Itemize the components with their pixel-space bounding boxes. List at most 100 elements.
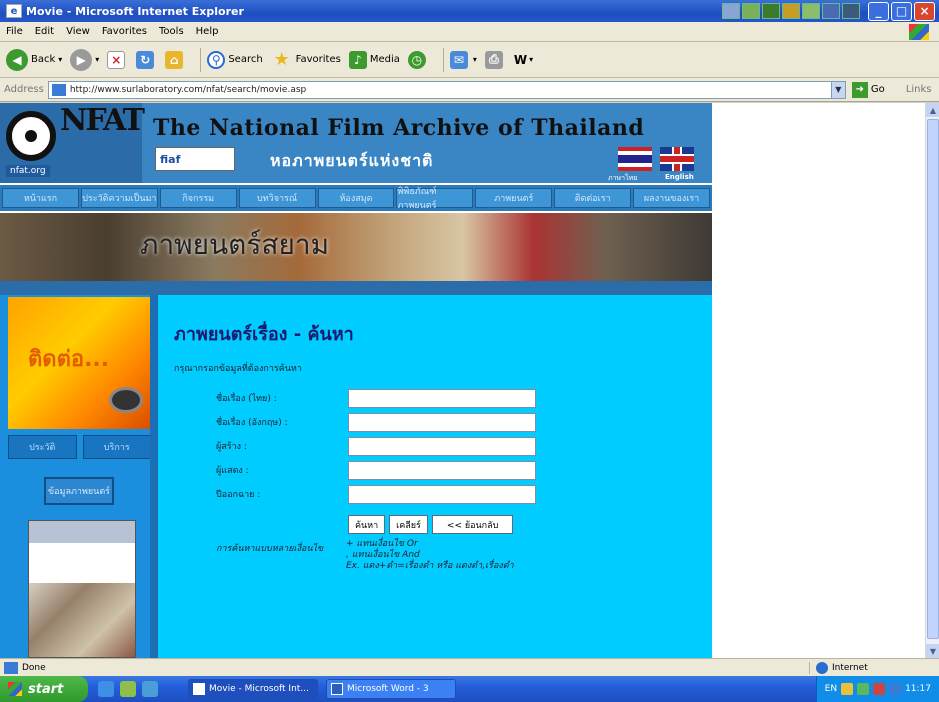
edit-button[interactable]: W ▾ [514,53,533,67]
chevron-down-icon[interactable]: ▾ [58,55,62,64]
menu-help[interactable]: Help [190,26,225,37]
page-icon [51,83,66,96]
search-label: Search [228,54,263,65]
title-thai-input[interactable] [348,388,536,408]
contact-label: ติดต่อ... [28,347,110,372]
forward-arrow-icon: ▶ [70,48,93,71]
taskbar-item-label: Microsoft Word - 3 [347,684,429,694]
address-url[interactable]: http://www.surlaboratory.com/nfat/search… [70,85,831,95]
nav-item[interactable]: พิพิธภัณฑ์ภาพยนตร์ [396,187,474,211]
home-button[interactable]: ⌂ [165,50,186,69]
scroll-up-icon[interactable]: ▲ [926,103,939,117]
column-divider [150,295,158,658]
history-icon: ◷ [407,50,426,69]
tray-app-icon[interactable] [762,3,780,19]
thai-flag-icon[interactable] [618,147,652,171]
clear-button[interactable]: เคลียร์ [389,515,428,534]
tray-app-icon[interactable] [842,3,860,19]
nav-item[interactable]: ห้องสมุด [317,188,395,208]
fiaf-badge[interactable]: fiaf [155,147,235,171]
film-poster-image[interactable] [28,520,136,658]
tray-app-icon[interactable] [782,3,800,19]
nav-item[interactable]: ติดต่อเรา [554,188,632,208]
title-english-input[interactable] [348,412,536,432]
field-label: ผู้สร้าง : [216,442,247,452]
standard-toolbar: ◀ Back ▾ ▶ ▾ × ↻ ⌂ ⚲ Search ★ Favorites … [0,42,939,78]
tray-icon[interactable] [889,683,902,695]
menu-tools[interactable]: Tools [153,26,190,37]
search-hints: + แทนเงื่อนไข Or , แทนเงื่อนไข And Ex. แ… [346,539,514,572]
poster-art [29,583,135,657]
chevron-down-icon[interactable]: ▾ [529,55,533,64]
sidebar-history-button[interactable]: ประวัติ [8,435,77,459]
banner-title: ภาพยนตร์สยาม [140,228,330,261]
nav-item[interactable]: กิจกรรม [159,188,237,208]
address-input[interactable]: http://www.surlaboratory.com/nfat/search… [47,80,846,99]
chevron-down-icon[interactable]: ▾ [95,55,99,64]
year-input[interactable] [348,484,536,504]
menu-file[interactable]: File [0,26,29,37]
vertical-scrollbar[interactable]: ▲ ▼ [925,103,939,658]
tray-icon[interactable] [857,683,870,695]
toolbar-separator [442,47,444,72]
forward-button[interactable]: ▶ ▾ [70,48,99,71]
nfat-logo[interactable]: NFAT nfat.org [0,103,145,183]
chevron-down-icon[interactable]: ▾ [473,55,477,64]
search-button[interactable]: ⚲ Search [207,50,263,69]
minimize-button[interactable]: _ [868,1,889,21]
windows-flag-icon [8,682,22,696]
search-button[interactable]: ค้นหา [348,515,386,534]
ie-quicklaunch-icon[interactable] [98,681,114,697]
app-quicklaunch-icon[interactable] [120,681,136,697]
maximize-button[interactable]: □ [891,1,912,21]
tray-app-icon[interactable] [802,3,820,19]
sidebar-services-button[interactable]: บริการ [82,435,151,459]
taskbar-item-word[interactable]: Microsoft Word - 3 [326,679,456,699]
links-button[interactable]: Links [906,84,932,95]
media-button[interactable]: ♪ Media [348,50,400,69]
back-link-button[interactable]: << ย้อนกลับ [431,515,514,534]
nav-item[interactable]: ผลงานของเรา [633,188,711,208]
scroll-thumb[interactable] [927,119,939,639]
uk-flag-icon[interactable] [660,147,694,171]
media-icon: ♪ [348,50,367,69]
tray-app-icon[interactable] [742,3,760,19]
refresh-button[interactable]: ↻ [136,50,157,69]
print-button[interactable]: ⎙ [484,50,506,69]
producer-input[interactable] [348,436,536,456]
start-button[interactable]: start [0,676,88,702]
go-button[interactable]: ➜ Go [851,81,888,98]
nav-item[interactable]: บทวิจารณ์ [238,188,316,208]
nav-item[interactable]: ภาพยนตร์ [475,188,553,208]
menu-edit[interactable]: Edit [29,26,60,37]
language-indicator[interactable]: EN [825,684,837,694]
close-button[interactable]: × [914,1,935,21]
menu-view[interactable]: View [60,26,96,37]
tray-icon[interactable] [841,683,854,695]
nav-item[interactable]: ประวัติความเป็นมา [80,188,158,208]
mail-button[interactable]: ✉ ▾ [449,50,477,69]
nav-item[interactable]: หน้าแรก [2,188,79,208]
actor-input[interactable] [348,460,536,480]
lang-thai-link[interactable]: ภาษาไทย [608,173,637,184]
chevron-down-icon[interactable]: ▼ [830,81,845,98]
title-bar: e Movie - Microsoft Internet Explorer _ … [0,0,939,22]
favorites-button[interactable]: ★ Favorites [271,49,341,71]
tray-app-icon[interactable] [822,3,840,19]
menu-favorites[interactable]: Favorites [96,26,153,37]
app-quicklaunch-icon[interactable] [142,681,158,697]
history-button[interactable]: ◷ [407,50,429,69]
lang-english-link[interactable]: English [665,173,694,181]
contact-banner[interactable]: ติดต่อ... [8,297,151,429]
tray-icon[interactable] [873,683,886,695]
sidebar-film-info-button[interactable]: ข้อมูลภาพยนตร์ [44,477,114,505]
taskbar-item-ie[interactable]: Movie - Microsoft Int... [188,679,318,699]
clock: 11:17 [905,684,931,694]
tray-app-icon[interactable] [722,3,740,19]
search-icon: ⚲ [207,50,226,69]
hint-line: + แทนเงื่อนไข Or [346,539,418,549]
stop-button[interactable]: × [107,50,128,69]
scroll-down-icon[interactable]: ▼ [926,644,939,658]
back-button[interactable]: ◀ Back ▾ [6,48,62,71]
address-label: Address [4,84,44,95]
